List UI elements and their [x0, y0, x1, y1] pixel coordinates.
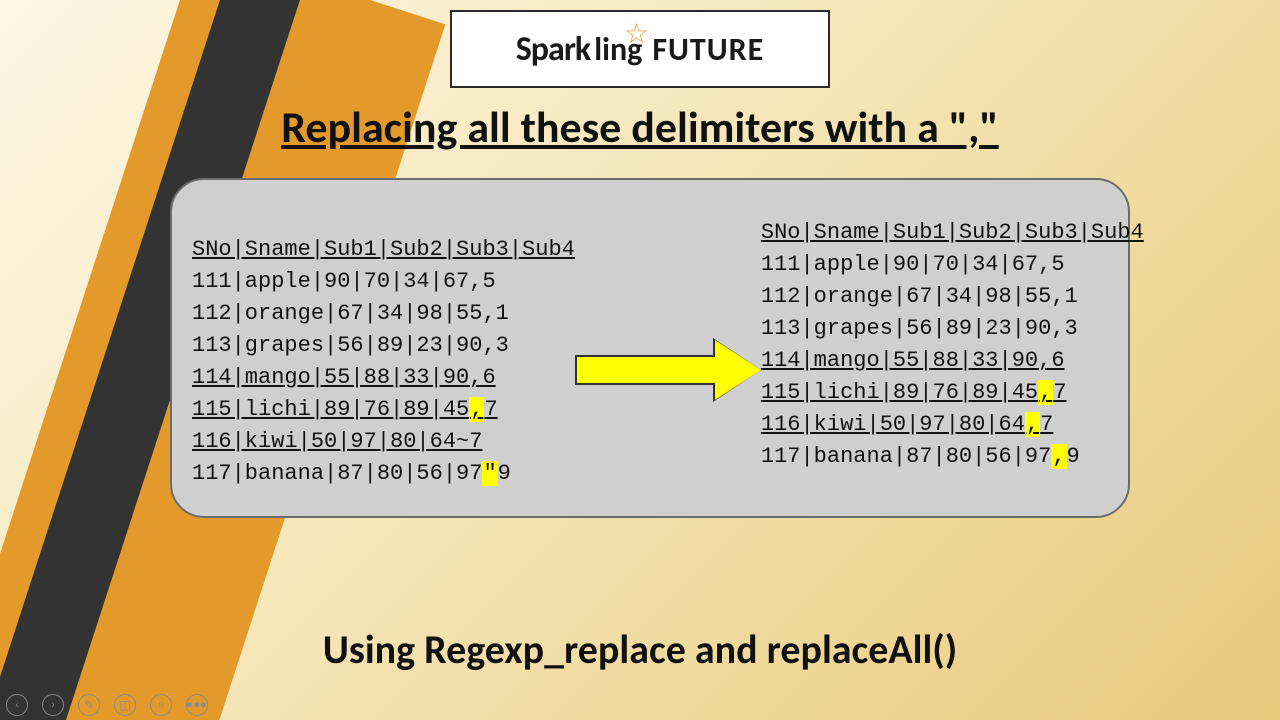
data-row: 117|banana|87|80|56|97,9 — [761, 441, 1144, 473]
data-row: 116|kiwi|50|97|80|64,7 — [761, 409, 1144, 441]
input-column: SNo|Sname|Sub1|Sub2|Sub3|Sub4 111|apple|… — [192, 234, 575, 489]
output-header: SNo|Sname|Sub1|Sub2|Sub3|Sub4 — [761, 217, 1144, 249]
logo-box: ☆ Spark ling FUTURE — [450, 10, 830, 88]
more-options-button[interactable]: ••• — [186, 694, 208, 716]
zoom-button[interactable]: ⌕ — [150, 694, 172, 716]
view-mode-button[interactable]: ◫ — [114, 694, 136, 716]
data-row: 115|lichi|89|76|89|45,7 — [761, 377, 1144, 409]
data-row: 114|mango|55|88|33|90,6 — [192, 362, 575, 394]
presenter-toolbar: ‹ › ✎ ◫ ⌕ ••• — [6, 694, 208, 716]
data-row: 112|orange|67|34|98|55,1 — [761, 281, 1144, 313]
example-panel: SNo|Sname|Sub1|Sub2|Sub3|Sub4 111|apple|… — [170, 178, 1130, 518]
output-column: SNo|Sname|Sub1|Sub2|Sub3|Sub4 111|apple|… — [761, 217, 1144, 472]
data-row: 113|grapes|56|89|23|90,3 — [761, 313, 1144, 345]
star-icon: ☆ — [624, 16, 649, 51]
logo-text-spark: Spark — [516, 29, 591, 70]
input-header: SNo|Sname|Sub1|Sub2|Sub3|Sub4 — [192, 234, 575, 266]
next-slide-button[interactable]: › — [42, 694, 64, 716]
pen-tool-button[interactable]: ✎ — [78, 694, 100, 716]
data-row: 115|lichi|89|76|89|45,7 — [192, 394, 575, 426]
logo-text-future: FUTURE — [652, 30, 764, 69]
arrow-icon — [575, 340, 761, 400]
data-row: 111|apple|90|70|34|67,5 — [761, 249, 1144, 281]
data-row: 111|apple|90|70|34|67,5 — [192, 266, 575, 298]
prev-slide-button[interactable]: ‹ — [6, 694, 28, 716]
data-row: 113|grapes|56|89|23|90,3 — [192, 330, 575, 362]
data-row: 116|kiwi|50|97|80|64~7 — [192, 426, 575, 458]
data-row: 112|orange|67|34|98|55,1 — [192, 298, 575, 330]
slide-subtitle: Using Regexp_replace and replaceAll() — [0, 625, 1280, 674]
slide-title: Replacing all these delimiters with a ",… — [0, 100, 1280, 154]
data-row: 117|banana|87|80|56|97"9 — [192, 458, 575, 490]
data-row: 114|mango|55|88|33|90,6 — [761, 345, 1144, 377]
